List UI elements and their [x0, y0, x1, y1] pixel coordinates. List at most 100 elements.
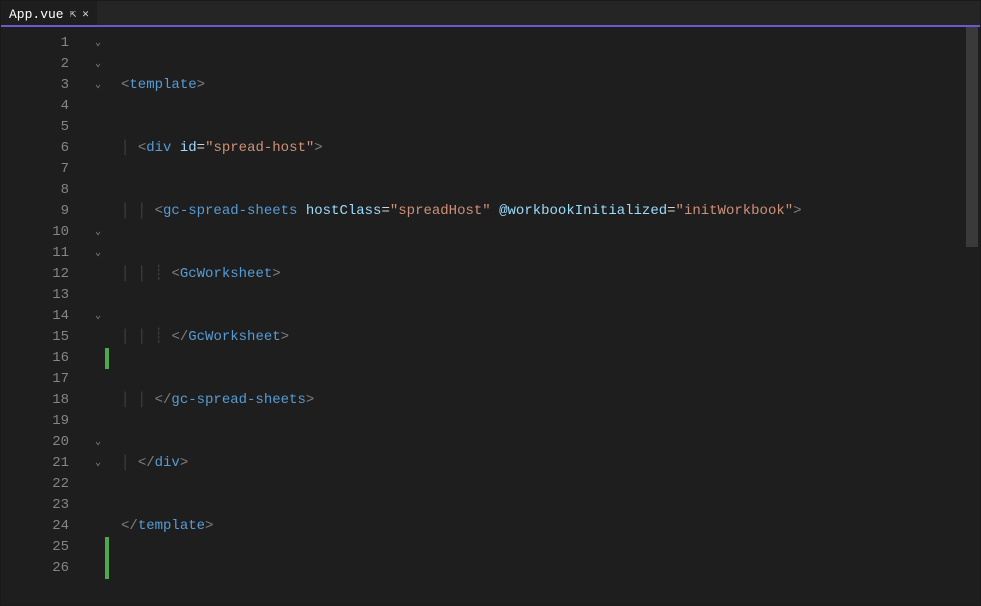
code-line: │ │ ┊ </GcWorksheet> — [121, 327, 964, 348]
change-indicator-column — [105, 33, 109, 579]
fold-toggle — [91, 138, 105, 159]
line-number: 15 — [1, 327, 91, 348]
fold-toggle[interactable]: ⌄ — [91, 306, 105, 327]
fold-toggle — [91, 537, 105, 558]
change-marker — [105, 411, 109, 432]
line-number: 8 — [1, 180, 91, 201]
change-marker — [105, 201, 109, 222]
code-line: │ </div> — [121, 453, 964, 474]
line-number: 1 — [1, 33, 91, 54]
fold-toggle — [91, 117, 105, 138]
line-number: 17 — [1, 369, 91, 390]
line-number: 20 — [1, 432, 91, 453]
fold-toggle[interactable]: ⌄ — [91, 432, 105, 453]
line-number: 6 — [1, 138, 91, 159]
change-marker — [105, 138, 109, 159]
fold-toggle — [91, 390, 105, 411]
line-number: 11 — [1, 243, 91, 264]
change-marker — [105, 96, 109, 117]
fold-toggle — [91, 264, 105, 285]
pin-icon[interactable]: ⇱ — [70, 7, 77, 21]
change-marker — [105, 33, 109, 54]
change-marker — [105, 495, 109, 516]
fold-toggle[interactable]: ⌄ — [91, 243, 105, 264]
fold-toggle — [91, 180, 105, 201]
change-marker — [105, 75, 109, 96]
fold-toggle[interactable]: ⌄ — [91, 222, 105, 243]
change-marker — [105, 285, 109, 306]
fold-toggle — [91, 411, 105, 432]
line-number: 26 — [1, 558, 91, 579]
close-icon[interactable]: ✕ — [82, 7, 89, 21]
line-number: 18 — [1, 390, 91, 411]
change-marker — [105, 348, 109, 369]
change-marker — [105, 117, 109, 138]
line-number: 19 — [1, 411, 91, 432]
change-marker — [105, 432, 109, 453]
editor-body: 1234567891011121314151617181920212223242… — [1, 27, 980, 605]
line-number: 13 — [1, 285, 91, 306]
fold-toggle[interactable]: ⌄ — [91, 453, 105, 474]
code-line: │ │ </gc-spread-sheets> — [121, 390, 964, 411]
line-number: 23 — [1, 495, 91, 516]
change-marker — [105, 327, 109, 348]
tab-filename: App.vue — [9, 7, 64, 22]
change-marker — [105, 369, 109, 390]
fold-toggle — [91, 495, 105, 516]
fold-toggle — [91, 558, 105, 579]
change-marker — [105, 243, 109, 264]
line-number: 25 — [1, 537, 91, 558]
change-marker — [105, 453, 109, 474]
code-line: │ │ <gc-spread-sheets hostClass="spreadH… — [121, 201, 964, 222]
line-number: 14 — [1, 306, 91, 327]
change-marker — [105, 54, 109, 75]
change-marker — [105, 222, 109, 243]
line-number: 16 — [1, 348, 91, 369]
line-number: 7 — [1, 159, 91, 180]
fold-toggle — [91, 159, 105, 180]
fold-toggle — [91, 285, 105, 306]
fold-column: ⌄⌄⌄⌄⌄⌄⌄⌄ — [91, 33, 105, 579]
code-line: <template> — [121, 75, 964, 96]
line-number: 12 — [1, 264, 91, 285]
line-number: 24 — [1, 516, 91, 537]
fold-toggle — [91, 96, 105, 117]
code-editor: App.vue ⇱ ✕ 1234567891011121314151617181… — [0, 0, 981, 606]
line-number: 2 — [1, 54, 91, 75]
change-marker — [105, 180, 109, 201]
file-tab-app-vue[interactable]: App.vue ⇱ ✕ — [1, 1, 97, 25]
code-area[interactable]: <template> │ <div id="spread-host"> │ │ … — [91, 27, 964, 605]
fold-toggle — [91, 348, 105, 369]
line-number: 5 — [1, 117, 91, 138]
tab-bar: App.vue ⇱ ✕ — [1, 1, 980, 27]
fold-toggle[interactable]: ⌄ — [91, 54, 105, 75]
change-marker — [105, 558, 109, 579]
change-marker — [105, 474, 109, 495]
change-marker — [105, 159, 109, 180]
fold-toggle — [91, 516, 105, 537]
line-number: 3 — [1, 75, 91, 96]
fold-toggle — [91, 327, 105, 348]
change-marker — [105, 516, 109, 537]
scroll-thumb[interactable] — [966, 27, 978, 247]
change-marker — [105, 264, 109, 285]
change-marker — [105, 306, 109, 327]
fold-toggle — [91, 369, 105, 390]
code-line: │ │ ┊ <GcWorksheet> — [121, 264, 964, 285]
line-number: 9 — [1, 201, 91, 222]
line-number: 10 — [1, 222, 91, 243]
fold-toggle — [91, 474, 105, 495]
code-line: </template> — [121, 516, 964, 537]
vertical-scrollbar[interactable] — [964, 27, 980, 605]
change-marker — [105, 390, 109, 411]
line-number: 22 — [1, 474, 91, 495]
code-line — [121, 579, 964, 600]
fold-toggle — [91, 201, 105, 222]
line-number: 4 — [1, 96, 91, 117]
line-number: 21 — [1, 453, 91, 474]
line-number-gutter: 1234567891011121314151617181920212223242… — [1, 27, 91, 605]
code-line: │ <div id="spread-host"> — [121, 138, 964, 159]
change-marker — [105, 537, 109, 558]
fold-toggle[interactable]: ⌄ — [91, 33, 105, 54]
fold-toggle[interactable]: ⌄ — [91, 75, 105, 96]
